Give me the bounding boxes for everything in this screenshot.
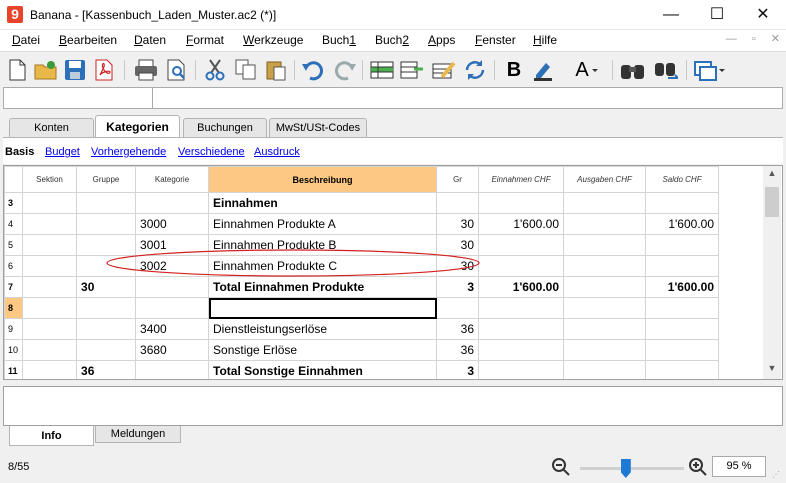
annotation-ellipse [106, 249, 480, 277]
print-icon[interactable] [134, 58, 158, 82]
menu-fenster[interactable]: Fenster [475, 33, 516, 47]
view-ausdruck[interactable]: Ausdruck [254, 146, 300, 158]
edit-rows-icon[interactable] [432, 58, 456, 82]
scroll-thumb[interactable] [765, 187, 779, 217]
vertical-scrollbar[interactable]: ▲ ▼ [763, 166, 781, 379]
tab-mwst-ust-codes[interactable]: MwSt/USt-Codes [269, 118, 367, 137]
menu-werkzeuge[interactable]: Werkzeuge [243, 33, 303, 47]
menu-buch1[interactable]: Buch1 [322, 33, 356, 47]
menu-buch2[interactable]: Buch2 [375, 33, 409, 47]
copy-icon[interactable] [234, 58, 258, 82]
insert-rows-icon[interactable] [400, 58, 424, 82]
editor-divider [152, 87, 153, 109]
row-counter: 8/55 [8, 461, 30, 473]
mdi-restore-button[interactable]: ▫ [752, 33, 756, 45]
find-next-icon[interactable] [654, 58, 678, 82]
save-icon[interactable] [63, 58, 87, 82]
pdf-icon[interactable] [92, 58, 116, 82]
add-rows-icon[interactable] [370, 58, 394, 82]
paste-icon[interactable] [264, 58, 288, 82]
window-title: Banana - [Kassenbuch_Laden_Muster.ac2 (*… [30, 8, 277, 22]
mdi-close-button[interactable]: ✕ [771, 33, 780, 45]
cut-icon[interactable] [203, 58, 227, 82]
mdi-minimize-button[interactable]: — [726, 33, 737, 45]
print-preview-icon[interactable] [165, 58, 189, 82]
menu-hilfe[interactable]: Hilfe [533, 33, 557, 47]
tab-buchungen[interactable]: Buchungen [183, 118, 267, 137]
bold-icon[interactable]: B [502, 58, 526, 82]
zoom-in-icon[interactable] [688, 457, 708, 480]
menu-datei[interactable]: Datei [12, 33, 40, 47]
banana-app-icon: 9 [7, 6, 23, 23]
scroll-down-icon[interactable]: ▼ [763, 363, 781, 377]
view-basis[interactable]: Basis [5, 146, 34, 158]
open-folder-icon[interactable] [34, 58, 58, 82]
maximize-button[interactable]: ☐ [694, 0, 740, 30]
zoom-out-icon[interactable] [551, 457, 571, 480]
mdi-window-controls: — ▫ ✕ [714, 32, 780, 45]
undo-icon[interactable] [302, 58, 326, 82]
new-document-icon[interactable] [5, 58, 29, 82]
view-budget[interactable]: Budget [45, 146, 80, 158]
scroll-up-icon[interactable]: ▲ [763, 168, 781, 182]
tab-meldungen[interactable]: Meldungen [95, 426, 181, 443]
tab-info[interactable]: Info [9, 426, 94, 446]
zoom-field[interactable]: 95 % [712, 456, 766, 477]
menu-format[interactable]: Format [186, 33, 224, 47]
menu-apps[interactable]: Apps [428, 33, 455, 47]
window-icon[interactable] [694, 58, 728, 82]
tab-konten[interactable]: Konten [9, 118, 94, 137]
zoom-slider[interactable] [580, 467, 684, 470]
resize-grip[interactable]: ⋰ [772, 470, 780, 479]
menu-bearbeiten[interactable]: Bearbeiten [59, 33, 117, 47]
view-verschiedene[interactable]: Verschiedene [178, 146, 245, 158]
text-color-icon[interactable]: A [572, 58, 606, 82]
find-icon[interactable] [620, 58, 644, 82]
tab-kategorien[interactable]: Kategorien [95, 115, 180, 138]
toolbar: B A [0, 51, 786, 87]
minimize-button[interactable]: — [648, 0, 694, 30]
menu-daten[interactable]: Daten [134, 33, 166, 47]
close-button[interactable]: ✕ [740, 0, 786, 30]
redo-icon[interactable] [332, 58, 356, 82]
title-bar: 9 Banana - [Kassenbuch_Laden_Muster.ac2 … [0, 0, 786, 30]
highlight-icon[interactable] [532, 58, 556, 82]
cell-editor[interactable] [3, 87, 783, 109]
categories-table: Sektion Gruppe Kategorie Beschreibung Gr Einn… [3, 165, 783, 380]
view-vorhergehende[interactable]: Vorhergehende [91, 146, 166, 158]
info-panel [3, 386, 783, 426]
recheck-icon[interactable] [463, 58, 487, 82]
